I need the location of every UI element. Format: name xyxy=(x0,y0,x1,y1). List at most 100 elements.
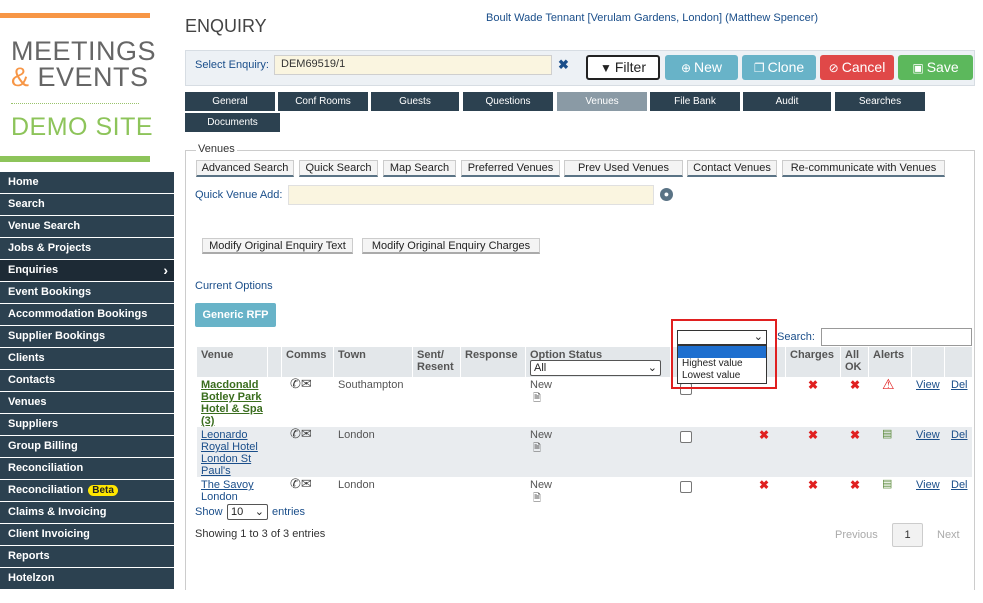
mail-icon[interactable]: ✉ xyxy=(301,376,312,391)
tab-venues[interactable]: Venues xyxy=(557,92,647,111)
nav-item-supplier-bookings[interactable]: Supplier Bookings xyxy=(0,326,174,348)
th-alerts[interactable]: Alerts xyxy=(869,347,911,377)
nav-item-reports[interactable]: Reports xyxy=(0,546,174,568)
value-sort-options: Highest value Lowest value xyxy=(677,345,767,384)
nav-item-reconciliation[interactable]: Reconciliation Beta xyxy=(0,480,174,502)
dropdown-option-blank[interactable] xyxy=(678,346,766,358)
subtab-recommunicate-venues[interactable]: Re-communicate with Venues xyxy=(782,160,945,177)
select-enquiry-input[interactable]: DEM69519/1 xyxy=(274,55,552,75)
clone-button[interactable]: ❐ Clone xyxy=(742,55,816,80)
document-icon[interactable]: 🗎 xyxy=(533,491,541,508)
tab-conf-rooms[interactable]: Conf Rooms xyxy=(278,92,368,111)
view-link[interactable]: View xyxy=(916,379,940,391)
th-charges[interactable]: Charges xyxy=(786,347,840,377)
tab-file-bank[interactable]: File Bank xyxy=(650,92,740,111)
copy-icon: ❐ xyxy=(753,61,765,75)
nav-item-contacts[interactable]: Contacts xyxy=(0,370,174,392)
delete-link[interactable]: Del xyxy=(951,479,968,491)
delete-link[interactable]: Del xyxy=(951,379,968,391)
subtab-quick-search[interactable]: Quick Search xyxy=(299,160,378,177)
nav-item-claims-invoicing[interactable]: Claims & Invoicing xyxy=(0,502,174,524)
th-sent[interactable]: Sent/ Resent xyxy=(413,347,460,377)
modify-enquiry-charges-button[interactable]: Modify Original Enquiry Charges xyxy=(362,238,540,254)
th-venue[interactable]: Venue xyxy=(197,347,267,377)
nav-item-clients[interactable]: Clients xyxy=(0,348,174,370)
document-icon[interactable]: 🗎 xyxy=(533,441,541,458)
tab-audit[interactable]: Audit xyxy=(743,92,831,111)
clear-enquiry-icon[interactable]: ✖ xyxy=(558,57,569,73)
row-checkbox[interactable] xyxy=(680,481,692,493)
nav-item-jobs-projects[interactable]: Jobs & Projects xyxy=(0,238,174,260)
subtab-map-search[interactable]: Map Search xyxy=(383,160,456,177)
save-button[interactable]: ▣ Save xyxy=(898,55,973,80)
subtab-preferred-venues[interactable]: Preferred Venues xyxy=(461,160,560,177)
alert-ok-icon[interactable]: ▤ xyxy=(882,477,892,490)
nav-item-label: Search xyxy=(8,198,45,210)
filter-button[interactable]: ▼ Filter xyxy=(586,55,660,80)
dropdown-option-highest[interactable]: Highest value xyxy=(678,358,766,370)
dropdown-option-lowest[interactable]: Lowest value xyxy=(678,370,766,382)
nav-item-enquiries[interactable]: Enquiries › xyxy=(0,260,174,282)
nav-item-hotelzon[interactable]: Hotelzon xyxy=(0,568,174,590)
nav-item-home[interactable]: Home xyxy=(0,172,174,194)
tab-documents[interactable]: Documents xyxy=(185,113,280,132)
new-button[interactable]: ⊕ New xyxy=(665,55,738,80)
globe-icon[interactable]: ● xyxy=(660,188,673,201)
nav-item-venue-search[interactable]: Venue Search xyxy=(0,216,174,238)
phone-icon[interactable]: ✆ xyxy=(290,426,301,441)
tab-general[interactable]: General xyxy=(185,92,275,111)
option-status-filter[interactable]: All ⌄ xyxy=(530,360,661,376)
tab-questions[interactable]: Questions xyxy=(463,92,553,111)
quick-venue-add-input[interactable] xyxy=(288,185,654,205)
mail-icon[interactable]: ✉ xyxy=(301,476,312,491)
delete-link[interactable]: Del xyxy=(951,429,968,441)
venue-name-link[interactable]: Macdonald Botley Park Hotel & Spa (3) xyxy=(201,379,265,427)
comms-icons[interactable]: ✆✉ xyxy=(290,376,312,392)
tab-guests[interactable]: Guests xyxy=(371,92,459,111)
modify-enquiry-text-button[interactable]: Modify Original Enquiry Text xyxy=(202,238,353,254)
subtab-advanced-search[interactable]: Advanced Search xyxy=(196,160,294,177)
nav-item-label: Claims & Invoicing xyxy=(8,506,107,518)
cancel-button[interactable]: ⊘ Cancel xyxy=(820,55,894,80)
page-1-button[interactable]: 1 xyxy=(892,523,923,547)
nav-item-event-bookings[interactable]: Event Bookings xyxy=(0,282,174,304)
previous-page-button[interactable]: Previous xyxy=(835,529,878,541)
document-icon[interactable]: 🗎 xyxy=(533,391,541,408)
logo-events: & EVENTS xyxy=(11,62,149,92)
phone-icon[interactable]: ✆ xyxy=(290,376,301,391)
venue-name-link[interactable]: The Savoy London xyxy=(201,479,265,501)
alert-ok-icon[interactable]: ▤ xyxy=(882,427,892,440)
cancel-icon: ⊘ xyxy=(828,61,839,75)
page-size-select[interactable]: 10 ⌄ xyxy=(227,504,268,520)
venue-name-link[interactable]: Leonardo Royal Hotel London St Paul's xyxy=(201,429,265,477)
charges-x-icon: ✖ xyxy=(808,478,819,492)
phone-icon[interactable]: ✆ xyxy=(290,476,301,491)
th-comms[interactable]: Comms xyxy=(282,347,333,377)
th-all-ok[interactable]: All OK xyxy=(841,347,868,377)
generic-rfp-button[interactable]: Generic RFP xyxy=(195,303,276,327)
th-town[interactable]: Town xyxy=(334,347,412,377)
nav-item-accommodation-bookings[interactable]: Accommodation Bookings xyxy=(0,304,174,326)
tab-searches[interactable]: Searches xyxy=(835,92,925,111)
view-link[interactable]: View xyxy=(916,429,940,441)
warning-icon[interactable]: ⚠ xyxy=(882,376,895,393)
nav-item-venues[interactable]: Venues xyxy=(0,392,174,414)
value-sort-select[interactable]: ⌄ xyxy=(677,330,767,345)
nav-item-client-invoicing[interactable]: Client Invoicing xyxy=(0,524,174,546)
client-link[interactable]: Boult Wade Tennant [Verulam Gardens, Lon… xyxy=(486,12,818,24)
th-response[interactable]: Response xyxy=(461,347,525,377)
nav-item-reconciliation[interactable]: Reconciliation xyxy=(0,458,174,480)
nav-item-search[interactable]: Search xyxy=(0,194,174,216)
row-checkbox[interactable] xyxy=(680,431,692,443)
next-page-button[interactable]: Next xyxy=(937,529,960,541)
nav-item-group-billing[interactable]: Group Billing xyxy=(0,436,174,458)
subtab-prev-used-venues[interactable]: Prev Used Venues xyxy=(564,160,683,177)
nav-item-suppliers[interactable]: Suppliers xyxy=(0,414,174,436)
mail-icon[interactable]: ✉ xyxy=(301,426,312,441)
subtab-contact-venues[interactable]: Contact Venues xyxy=(687,160,777,177)
view-link[interactable]: View xyxy=(916,479,940,491)
comms-icons[interactable]: ✆✉ xyxy=(290,476,312,492)
comms-icons[interactable]: ✆✉ xyxy=(290,426,312,442)
logo-divider xyxy=(11,103,139,104)
table-search-input[interactable] xyxy=(821,328,972,346)
